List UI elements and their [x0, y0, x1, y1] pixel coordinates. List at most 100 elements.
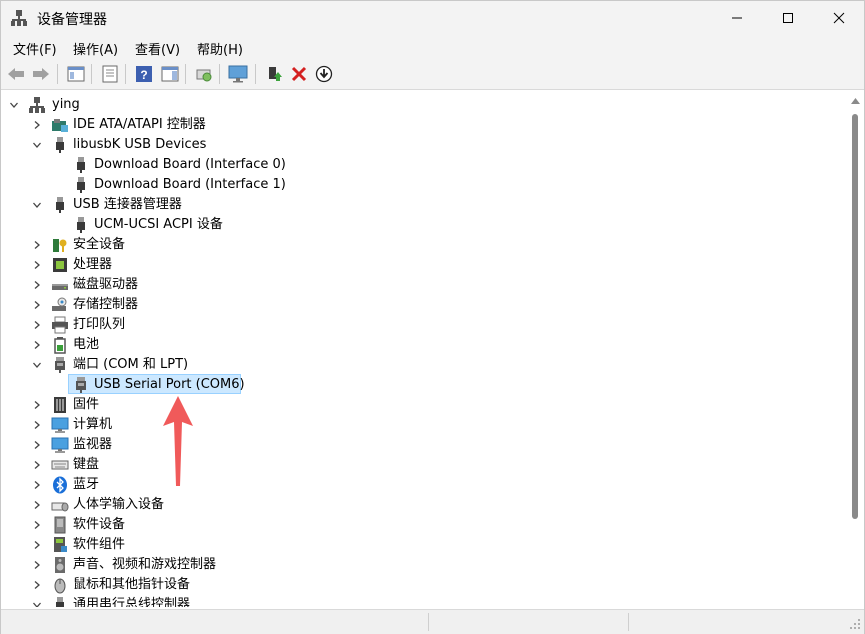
expand-chevron-icon[interactable] [30, 315, 44, 335]
toolbar-separator [185, 64, 186, 84]
collapse-chevron-icon[interactable] [30, 135, 44, 155]
scroll-up-icon[interactable] [851, 98, 860, 104]
menu-view[interactable]: 查看(V) [135, 39, 180, 58]
device-manager-icon [11, 10, 27, 26]
back-button[interactable] [5, 63, 27, 85]
storage-controller-icon [52, 297, 67, 311]
scan-hardware-icon [196, 69, 212, 82]
scrollbar-thumb[interactable] [852, 114, 858, 519]
menu-action[interactable]: 操作(A) [73, 39, 118, 58]
expand-chevron-icon[interactable] [30, 555, 44, 575]
expand-chevron-icon[interactable] [30, 275, 44, 295]
console-tree-button[interactable] [65, 63, 87, 85]
collapse-chevron-icon[interactable] [30, 195, 44, 215]
help-button[interactable]: ? [133, 63, 155, 85]
disable-device-button[interactable] [313, 63, 335, 85]
tree-item-print-queues[interactable]: 打印队列 [2, 315, 848, 335]
vertical-scrollbar[interactable] [848, 92, 864, 607]
tree-item-security[interactable]: 安全设备 [2, 235, 848, 255]
maximize-button[interactable] [765, 1, 811, 35]
menu-file[interactable]: 文件(F) [13, 39, 57, 58]
update-driver-icon [269, 67, 282, 81]
tree-item-hid[interactable]: 人体学输入设备 [2, 495, 848, 515]
uninstall-device-button[interactable] [288, 63, 310, 85]
port-icon [76, 377, 86, 393]
tree-item-processor[interactable]: 处理器 [2, 255, 848, 275]
tree-item-label: 键盘 [73, 457, 100, 472]
usb-plug-icon [56, 197, 64, 213]
expand-chevron-icon[interactable] [30, 515, 44, 535]
tree-item-software-devices[interactable]: 软件设备 [2, 515, 848, 535]
monitor-button[interactable] [227, 63, 249, 85]
expand-chevron-icon[interactable] [30, 115, 44, 135]
tree-root-row[interactable]: ying [2, 95, 848, 115]
tree-item-disk-drives[interactable]: 磁盘驱动器 [2, 275, 848, 295]
tree-item-usb-controllers[interactable]: 通用串行总线控制器 [2, 595, 848, 607]
tree-item-sound-video-game[interactable]: 声音、视频和游戏控制器 [2, 555, 848, 575]
collapse-chevron-icon[interactable] [30, 595, 44, 607]
tree-item-usb-connector-manager[interactable]: USB 连接器管理器 [2, 195, 848, 215]
expand-chevron-icon[interactable] [30, 575, 44, 595]
tree-item-label: 磁盘驱动器 [73, 277, 139, 292]
port-icon [55, 357, 65, 373]
tree-item-monitors[interactable]: 监视器 [2, 435, 848, 455]
monitor-icon [228, 65, 248, 83]
resize-grip-icon[interactable] [849, 618, 861, 630]
device-tree[interactable]: ying IDE ATA/ATAPI 控制器 libusbK USB Devic… [2, 92, 848, 607]
tree-item-mice[interactable]: 鼠标和其他指针设备 [2, 575, 848, 595]
tree-item-label: 通用串行总线控制器 [73, 597, 191, 607]
help-icon: ? [136, 66, 152, 82]
tree-item-label: Download Board (Interface 0) [94, 157, 286, 172]
processor-chip-icon [53, 258, 67, 272]
tree-item-download-board-0[interactable]: Download Board (Interface 0) [2, 155, 848, 175]
forward-arrow-icon [33, 68, 49, 80]
tree-item-download-board-1[interactable]: Download Board (Interface 1) [2, 175, 848, 195]
expand-chevron-icon[interactable] [30, 395, 44, 415]
collapse-chevron-icon[interactable] [30, 355, 44, 375]
tree-item-label: 蓝牙 [73, 477, 100, 492]
scan-hardware-button[interactable] [193, 63, 215, 85]
tree-item-ports[interactable]: 端口 (COM 和 LPT) [2, 355, 848, 375]
expand-chevron-icon[interactable] [30, 295, 44, 315]
tree-item-bluetooth[interactable]: 蓝牙 [2, 475, 848, 495]
hid-icon [51, 502, 69, 512]
expand-chevron-icon[interactable] [30, 495, 44, 515]
tree-item-keyboards[interactable]: 键盘 [2, 455, 848, 475]
minimize-icon [732, 17, 742, 19]
tree-item-label: 固件 [73, 397, 100, 412]
tree-item-libusbk[interactable]: libusbK USB Devices [2, 135, 848, 155]
forward-button[interactable] [30, 63, 52, 85]
tree-item-label: 人体学输入设备 [73, 497, 165, 512]
status-bar [1, 609, 864, 634]
close-button[interactable] [816, 1, 862, 35]
expand-chevron-icon[interactable] [30, 335, 44, 355]
collapse-chevron-icon[interactable] [7, 95, 21, 115]
tree-item-ide[interactable]: IDE ATA/ATAPI 控制器 [2, 115, 848, 135]
expand-chevron-icon[interactable] [30, 235, 44, 255]
expand-chevron-icon[interactable] [30, 475, 44, 495]
tree-item-label: Download Board (Interface 1) [94, 177, 286, 192]
tree-item-ucm-ucsi[interactable]: UCM-UCSI ACPI 设备 [2, 215, 848, 235]
tree-item-battery[interactable]: 电池 [2, 335, 848, 355]
action-pane-button[interactable] [159, 63, 181, 85]
expand-chevron-icon[interactable] [30, 435, 44, 455]
tree-item-usb-serial-port[interactable]: USB Serial Port (COM6) [2, 374, 848, 395]
expand-chevron-icon[interactable] [30, 535, 44, 555]
computer-icon [51, 417, 69, 433]
software-component-icon [54, 537, 67, 552]
expand-chevron-icon[interactable] [30, 255, 44, 275]
tree-item-computer[interactable]: 计算机 [2, 415, 848, 435]
menu-help[interactable]: 帮助(H) [197, 39, 243, 58]
tree-item-storage-controllers[interactable]: 存储控制器 [2, 295, 848, 315]
update-driver-button[interactable] [263, 63, 285, 85]
action-pane-icon [161, 66, 179, 82]
tree-root-label: ying [52, 97, 80, 112]
minimize-button[interactable] [714, 1, 760, 35]
expand-chevron-icon[interactable] [30, 455, 44, 475]
toolbar-separator [57, 64, 58, 84]
tree-item-label: USB 连接器管理器 [73, 197, 182, 212]
tree-item-firmware[interactable]: 固件 [2, 395, 848, 415]
tree-item-software-components[interactable]: 软件组件 [2, 535, 848, 555]
properties-button[interactable] [99, 63, 121, 85]
expand-chevron-icon[interactable] [30, 415, 44, 435]
